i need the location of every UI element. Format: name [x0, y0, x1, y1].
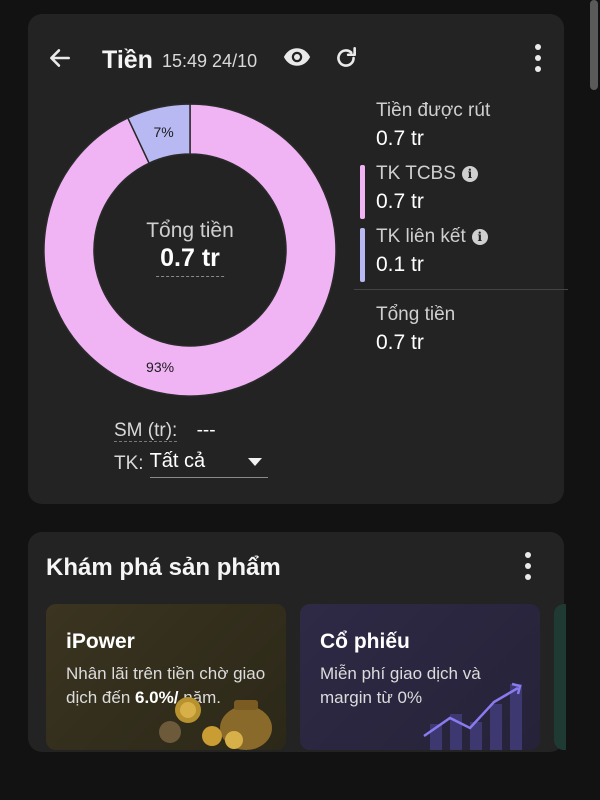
account-filter-select[interactable]: Tất cả [149, 450, 268, 478]
growth-chart-illustration-icon [423, 682, 522, 750]
info-icon[interactable]: i [461, 166, 478, 182]
more-options-button[interactable] [526, 40, 550, 76]
money-legend: Tiền được rút 0.7 tr TK TCBS i 0.7 tr TK… [354, 100, 568, 365]
withdrawable-value: 0.7 tr [376, 127, 424, 150]
withdrawable-item: Tiền được rút 0.7 tr [368, 100, 564, 151]
refresh-icon [337, 46, 356, 67]
last-updated-time: 15:49 24/10 [162, 51, 258, 71]
total-label: Tổng tiền [376, 304, 456, 325]
total-money-label: Tổng tiền [146, 219, 234, 242]
tcbs-color-bar [360, 165, 365, 219]
sm-label[interactable]: SM (tr): [114, 420, 178, 442]
back-button[interactable] [44, 42, 76, 74]
account-filter-row: TK: Tất cả [114, 450, 268, 478]
eye-icon [283, 48, 311, 66]
withdrawable-label: Tiền được rút [376, 100, 491, 121]
total-value: 0.7 tr [376, 331, 424, 354]
more-vertical-icon [525, 552, 531, 580]
linked-account-item: TK liên kết i 0.1 tr [360, 226, 564, 282]
product-title: iPower [66, 630, 135, 653]
total-item: Tổng tiền 0.7 tr [368, 304, 564, 355]
linked-account-value: 0.1 tr [376, 253, 424, 276]
caret-down-icon [247, 457, 262, 466]
explore-more-button[interactable] [516, 548, 540, 584]
info-icon[interactable]: i [471, 229, 488, 245]
sm-value: --- [196, 420, 216, 441]
donut-chart: 93% 7% Tổng tiền 0.7 tr [42, 102, 338, 398]
product-card-stocks[interactable]: Cổ phiếu Miễn phí giao dịch và margin từ… [300, 604, 540, 750]
more-vertical-icon [535, 44, 541, 72]
sm-row: SM (tr): --- [114, 420, 216, 442]
tcbs-account-value: 0.7 tr [376, 190, 424, 213]
product-card-ipower[interactable]: iPower Nhân lãi trên tiền chờ giao dịch … [46, 604, 286, 750]
section-title: Khám phá sản phẩm [46, 554, 281, 581]
page-title: Tiền [102, 46, 153, 74]
top-bar: Tiền 15:49 24/10 [44, 38, 548, 78]
legend-divider [354, 289, 568, 290]
coin-bag-illustration-icon [159, 697, 272, 750]
product-card-partial[interactable] [554, 604, 566, 750]
money-summary-card: Tiền 15:49 24/10 93%7% Tổng tiền 0.7 tr [28, 14, 568, 504]
linked-account-label: TK liên kết [376, 226, 466, 247]
account-filter-label: TK: [114, 453, 144, 474]
product-title: Cổ phiếu [320, 630, 410, 653]
explore-products-card: Khám phá sản phẩm iPower Nhân lãi trên t… [28, 532, 566, 752]
tcbs-account-label: TK TCBS [376, 163, 456, 184]
total-money-value[interactable]: 0.7 tr [156, 244, 224, 277]
donut-center: Tổng tiền 0.7 tr [42, 102, 338, 398]
refresh-button[interactable] [330, 42, 362, 74]
toggle-visibility-button[interactable] [280, 40, 314, 74]
back-arrow-icon [50, 49, 70, 67]
tcbs-account-item: TK TCBS i 0.7 tr [360, 163, 564, 219]
linked-color-bar [360, 228, 365, 282]
account-filter-value: Tất cả [149, 450, 206, 472]
scrollbar[interactable] [590, 0, 598, 90]
